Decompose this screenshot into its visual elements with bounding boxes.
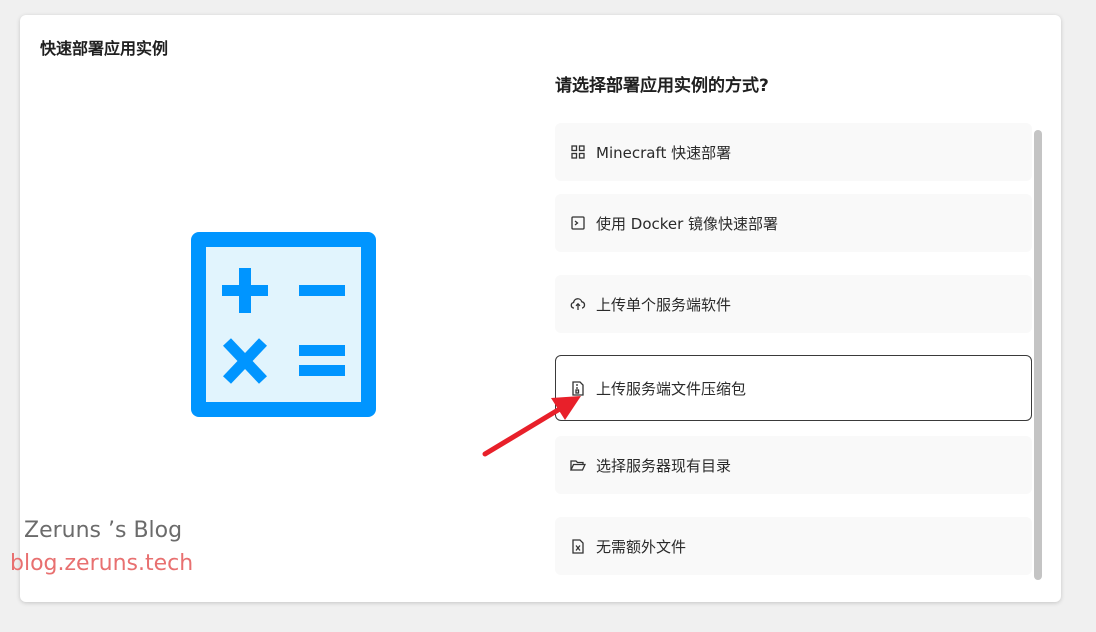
- watermark-blog-name: Zeruns ’s Blog: [24, 518, 183, 543]
- watermark-blog-url: blog.zeruns.tech: [10, 551, 194, 576]
